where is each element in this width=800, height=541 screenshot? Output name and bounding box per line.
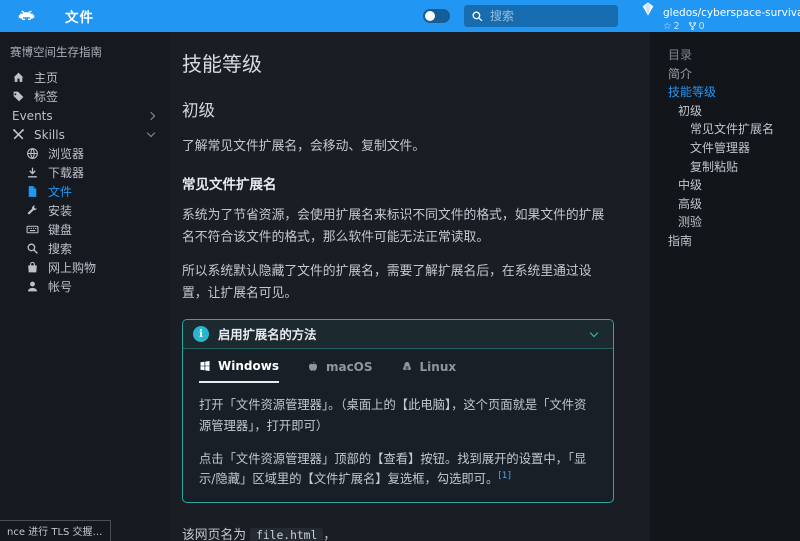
toc-item-copy-paste[interactable]: 复制粘贴 xyxy=(658,158,796,177)
gitlab-icon xyxy=(640,1,656,17)
sidebar-item-tags[interactable]: 标签 xyxy=(0,87,170,106)
sidebar-item-label: 键盘 xyxy=(48,221,72,238)
table-of-contents: 目录 简介 技能等级 初级 常见文件扩展名 文件管理器 复制粘贴 中级 高级 测… xyxy=(650,32,800,541)
sidebar-item-downloader[interactable]: 下载器 xyxy=(0,163,170,182)
chevron-right-icon xyxy=(147,111,155,119)
box1-paragraph-2: 点击「文件资源管理器」顶部的【查看】按钮。找到展开的设置中，「显示/隐藏」区域里… xyxy=(199,449,597,490)
home-icon xyxy=(12,71,25,84)
account-icon xyxy=(26,280,39,293)
main-content: 技能等级 初级 了解常见文件扩展名，会移动、复制文件。 常见文件扩展名 系统为了… xyxy=(170,32,650,541)
download-icon xyxy=(26,166,39,179)
paragraph-system-1: 系统为了节省资源，会使用扩展名来标识不同文件的格式，如果文件的扩展名不符合该文件… xyxy=(182,205,614,248)
toc-item-file-manager[interactable]: 文件管理器 xyxy=(658,139,796,158)
toc-item-common-extensions[interactable]: 常见文件扩展名 xyxy=(658,120,796,139)
sidebar-item-label: 下载器 xyxy=(48,164,84,181)
sidebar-item-keyboard[interactable]: 键盘 xyxy=(0,220,170,239)
toc-item-advanced[interactable]: 高级 xyxy=(658,195,796,214)
globe-icon xyxy=(26,147,39,160)
tools-icon xyxy=(12,128,25,141)
shopping-bag-icon xyxy=(26,261,39,274)
footnote-link[interactable]: [1] xyxy=(498,471,511,481)
collapsible-title: 启用扩展名的方法 xyxy=(218,325,316,343)
sidebar-item-label: 文件 xyxy=(48,183,72,200)
toc-item-quiz[interactable]: 测验 xyxy=(658,213,796,232)
toc-item-intro[interactable]: 简介 xyxy=(658,65,796,84)
space-invader-logo-icon[interactable] xyxy=(18,9,35,24)
sidebar-item-label: 安装 xyxy=(48,202,72,219)
magnifier-icon xyxy=(26,242,39,255)
fork-count: 0 xyxy=(699,21,705,32)
sidebar-item-label: 主页 xyxy=(34,69,58,86)
windows-icon xyxy=(199,360,211,372)
collapsible-enable-extensions: i 启用扩展名的方法 Windows macOS Linux xyxy=(182,319,614,503)
star-icon: ☆ xyxy=(663,21,672,32)
paragraph-intro: 了解常见文件扩展名，会移动、复制文件。 xyxy=(182,136,614,157)
keyboard-icon xyxy=(26,223,39,236)
sidebar-item-label: 搜索 xyxy=(48,240,72,257)
tab-label: macOS xyxy=(326,360,373,374)
top-bar: 文件 gledos/cyberspace-survival... ☆2 0 xyxy=(0,0,800,32)
sidebar-item-label: 帐号 xyxy=(48,278,72,295)
section-heading-beginner: 初级 xyxy=(182,97,614,121)
search-icon xyxy=(471,10,484,23)
dark-mode-toggle[interactable] xyxy=(423,9,450,23)
toggle-knob xyxy=(425,11,435,21)
sidebar-item-files[interactable]: 文件 xyxy=(0,182,170,201)
sidebar-item-label: 标签 xyxy=(34,88,58,105)
search-input[interactable] xyxy=(490,9,611,23)
sidebar-group-events[interactable]: Events xyxy=(0,106,170,125)
sidebar-item-label: Events xyxy=(12,109,53,123)
sidebar-item-search[interactable]: 搜索 xyxy=(0,239,170,258)
tab-label: Linux xyxy=(420,360,457,374)
tab-linux[interactable]: Linux xyxy=(401,359,457,383)
repo-stats: ☆2 0 xyxy=(663,21,800,32)
inline-code-sentence: 该网页名为 file.html， xyxy=(182,525,614,541)
file-icon xyxy=(26,185,39,198)
linux-penguin-icon xyxy=(401,361,413,373)
sidebar-item-label: 浏览器 xyxy=(48,145,84,162)
os-tabs: Windows macOS Linux xyxy=(183,349,613,383)
sidebar-item-label: Skills xyxy=(34,128,65,142)
sidebar-item-install[interactable]: 安装 xyxy=(0,201,170,220)
box1-paragraph-1: 打开「文件资源管理器」。（桌面上的【此电脑】，这个页面就是「文件资源管理器」，打… xyxy=(199,395,597,436)
inline-code: file.html xyxy=(250,528,323,541)
tab-windows[interactable]: Windows xyxy=(199,359,279,383)
subsection-heading-extensions: 常见文件扩展名 xyxy=(182,173,614,193)
search-box[interactable] xyxy=(464,5,618,27)
sidebar-item-label: 网上购物 xyxy=(48,259,96,276)
sidebar-group-skills[interactable]: Skills xyxy=(0,125,170,144)
tab-macos[interactable]: macOS xyxy=(307,359,373,383)
paragraph-system-2: 所以系统默认隐藏了文件的扩展名，需要了解扩展名后，在系统里通过设置，让扩展名可见… xyxy=(182,261,614,304)
toc-header: 目录 xyxy=(658,46,796,65)
wrench-icon xyxy=(26,204,39,217)
repo-link[interactable]: gledos/cyberspace-survival... ☆2 0 xyxy=(640,1,790,32)
chevron-down-icon xyxy=(147,129,155,137)
toc-item-intermediate[interactable]: 中级 xyxy=(658,176,796,195)
page-header-title: 文件 xyxy=(65,6,94,26)
info-icon: i xyxy=(193,326,209,342)
repo-name: gledos/cyberspace-survival... xyxy=(663,7,800,19)
sidebar-item-shopping[interactable]: 网上购物 xyxy=(0,258,170,277)
star-count: 2 xyxy=(674,21,680,32)
toc-item-beginner[interactable]: 初级 xyxy=(658,102,796,121)
tag-icon xyxy=(12,90,25,103)
left-sidebar: 赛博空间生存指南 主页 标签 Events Skills 浏览器 下载器 xyxy=(0,32,170,541)
sidebar-item-account[interactable]: 帐号 xyxy=(0,277,170,296)
toc-item-skill-levels[interactable]: 技能等级 xyxy=(658,83,796,102)
sidebar-guide-title: 赛博空间生存指南 xyxy=(0,42,170,68)
fork-icon xyxy=(688,21,697,31)
browser-status-tooltip: nce 进行 TLS 交握… xyxy=(0,520,111,541)
chevron-down-icon xyxy=(590,329,598,337)
sidebar-item-home[interactable]: 主页 xyxy=(0,68,170,87)
sidebar-item-browser[interactable]: 浏览器 xyxy=(0,144,170,163)
toc-item-guide[interactable]: 指南 xyxy=(658,232,796,251)
tab-label: Windows xyxy=(218,359,279,373)
apple-icon xyxy=(307,361,319,373)
collapsible-header[interactable]: i 启用扩展名的方法 xyxy=(183,320,613,349)
page-title: 技能等级 xyxy=(182,48,614,77)
